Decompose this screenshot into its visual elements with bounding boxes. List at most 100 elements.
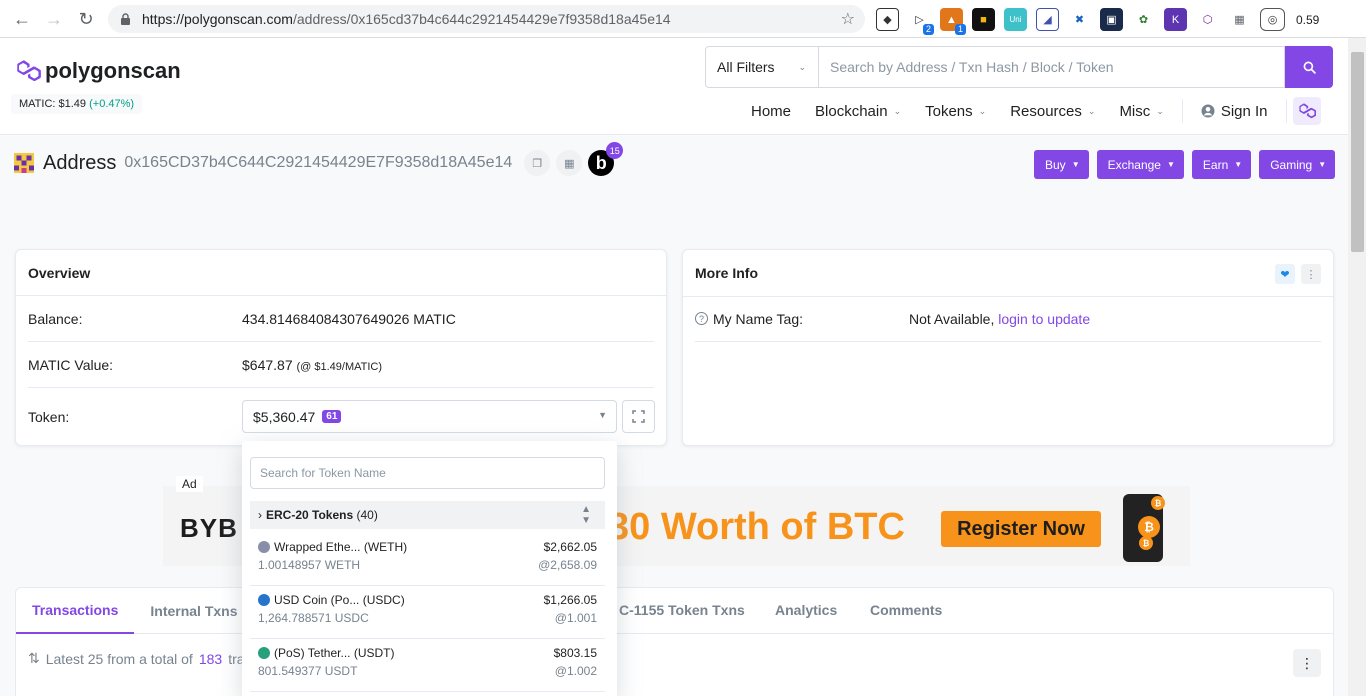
nav-blockchain[interactable]: Blockchain ⌄ [803, 103, 913, 120]
erc20-group-header[interactable]: › ERC-20 Tokens (40) ▲ ▼ [250, 501, 605, 529]
forward-icon[interactable]: → [39, 4, 69, 34]
gaming-button[interactable]: Gaming ▼ [1259, 150, 1336, 179]
bookmark-star-icon[interactable]: ☆ [841, 9, 855, 29]
chevron-down-icon: ⌄ [893, 105, 902, 116]
more-info-card: More Info ❤ ⋮ ? My Name Tag: Not Availabl… [682, 249, 1334, 446]
url-path: /address/0x165cd37b4c644c2921454429e7f93… [292, 11, 671, 27]
expand-icon [632, 410, 645, 423]
nav-blockchain-label: Blockchain [815, 102, 888, 120]
extensions-bar: ◆ ▷ 2 ▲ 1 ■ Uni ◢ ✖ ▣ ✿ K ⬡ ▦ ◎ 0.59 [876, 8, 1320, 35]
more-options-button[interactable]: ⋮ [1293, 649, 1321, 677]
search-button[interactable] [1285, 46, 1333, 88]
buy-label: Buy [1045, 157, 1066, 172]
k-extension-icon[interactable]: K [1164, 8, 1187, 31]
ad-brand: BYB [180, 513, 238, 543]
sort-icon[interactable]: ▲ ▼ [581, 504, 591, 526]
coin-extension-icon[interactable]: ◎ [1260, 8, 1285, 31]
wallet-extension-icon[interactable]: ■ [972, 8, 995, 31]
copy-icon[interactable]: ❐ [524, 150, 551, 176]
blockscan-chat-button[interactable]: b 15 [588, 142, 624, 176]
list-item[interactable]: (PoS) Tether... (USDT) $803.15 801.549377… [250, 639, 605, 692]
token-usd-value: $1,266.05 [543, 593, 597, 607]
sort-icon: ⇅ [28, 650, 40, 666]
token-count-badge: 61 [322, 410, 342, 423]
list-item[interactable]: USD Coin (Po... (USDC) $1,266.05 1,264.78… [250, 586, 605, 639]
gaming-label: Gaming [1270, 157, 1313, 172]
matic-price-value: MATIC: $1.49 [19, 98, 87, 110]
chart-extension-icon[interactable]: ◢ [1036, 8, 1059, 31]
chevron-down-icon: ▼ [1071, 160, 1080, 169]
user-circle-icon [1201, 104, 1215, 118]
scrollbar-thumb[interactable] [1351, 52, 1364, 252]
hexagon-extension-icon[interactable]: ⬡ [1196, 8, 1219, 31]
exchange-button[interactable]: Exchange ▼ [1096, 150, 1184, 179]
token-holdings-dropdown[interactable]: $5,360.47 61 ▼ [242, 400, 617, 433]
uniswap-extension-icon[interactable]: Uni [1004, 8, 1027, 31]
token-search-input[interactable] [250, 457, 605, 489]
chevron-down-icon: ▼ [1234, 160, 1243, 169]
tab-transactions[interactable]: Transactions [16, 588, 135, 634]
polygon-network-button[interactable] [1292, 97, 1321, 125]
exchange-label: Exchange [1107, 157, 1161, 172]
tab-erc1155-token-txns[interactable]: C-1155 Token Txns [619, 602, 745, 618]
nav-divider [1181, 99, 1183, 123]
qr-code-icon[interactable]: ▦ [556, 150, 583, 176]
bitcoin-coin-icon: ₿ [1138, 516, 1160, 538]
buy-button[interactable]: Buy ▼ [1034, 150, 1089, 179]
nav-tokens[interactable]: Tokens ⌄ [913, 103, 998, 120]
brand-name: polygonscan [45, 58, 181, 83]
chevron-down-icon: ⌄ [978, 105, 987, 116]
more-vertical-icon: ⋮ [1300, 654, 1314, 671]
more-vertical-icon[interactable]: ⋮ [1301, 264, 1321, 284]
search-icon [1303, 61, 1316, 74]
page-title: Address [43, 151, 117, 174]
expand-button[interactable] [622, 400, 655, 433]
nav-home[interactable]: Home [739, 103, 803, 120]
heart-icon[interactable]: ❤ [1275, 264, 1295, 284]
earn-button[interactable]: Earn ▼ [1191, 150, 1252, 179]
register-now-button[interactable]: Register Now [941, 511, 1101, 547]
tab-comments[interactable]: Comments [870, 602, 942, 618]
search-filter-select[interactable]: All Filters ⌄ [705, 46, 819, 88]
screen-recorder-extension-icon[interactable]: ▷ 2 [908, 8, 934, 35]
balance-row: Balance: 434.814684084307649026 MATIC [28, 296, 654, 342]
list-item[interactable]: Wrapped Ethe... (WETH) $2,662.05 1.001489… [250, 533, 605, 586]
help-icon: ? [695, 312, 708, 325]
binance-extension-icon[interactable]: ◆ [876, 8, 899, 31]
nav-sign-in[interactable]: Sign In [1189, 103, 1280, 120]
nav-resources[interactable]: Resources ⌄ [998, 103, 1107, 120]
leaf-extension-icon[interactable]: ✿ [1132, 8, 1155, 31]
puzzle-icon[interactable]: ▦ [1228, 8, 1251, 31]
back-icon[interactable]: ← [7, 4, 37, 34]
txn-total-link[interactable]: 183 [199, 651, 222, 667]
balance-value: 434.814684084307649026 MATIC [242, 310, 456, 327]
address-hash: 0x165CD37b4C644C2921454429E7F9358d18A45e… [124, 154, 513, 171]
more-info-actions: ❤ ⋮ [1275, 264, 1321, 284]
token-rate: @1.002 [554, 664, 597, 678]
dex-extension-icon[interactable]: ▣ [1100, 8, 1123, 31]
extension-value: 0.59 [1296, 12, 1320, 27]
browser-toolbar: ← → ↻ https://polygonscan.com/address/0x… [0, 0, 1366, 38]
token-amount: 801.549377 USDT [258, 664, 358, 678]
nav-misc-label: Misc [1119, 102, 1151, 120]
nav-misc[interactable]: Misc ⌄ [1107, 103, 1175, 120]
filter-label: All Filters [717, 59, 775, 75]
overview-title: Overview [16, 250, 666, 296]
chevron-down-icon: ▼ [1166, 160, 1175, 169]
login-to-update-link[interactable]: login to update [998, 311, 1090, 327]
tab-internal-txns[interactable]: Internal Txns [134, 588, 253, 634]
token-rate: @1.001 [554, 611, 597, 625]
token-amount: 1,264.788571 USDC [258, 611, 369, 625]
metamask-extension-icon[interactable]: ▲ 1 [940, 8, 966, 35]
chevron-down-icon: ⌄ [1156, 105, 1164, 116]
ad-label: Ad [176, 476, 203, 492]
address-bar[interactable]: https://polygonscan.com/address/0x165cd3… [108, 5, 865, 33]
usdt-token-icon [258, 647, 270, 659]
name-tag-row: ? My Name Tag: Not Available, login to up… [695, 296, 1321, 342]
reload-icon[interactable]: ↻ [71, 4, 101, 34]
site-logo[interactable]: polygonscan [15, 58, 181, 84]
site-header: polygonscan MATIC: $1.49 (+0.47%) All Fi… [0, 38, 1348, 135]
search-input[interactable] [819, 46, 1285, 88]
cross-extension-icon[interactable]: ✖ [1068, 8, 1091, 31]
tab-analytics[interactable]: Analytics [775, 602, 837, 618]
